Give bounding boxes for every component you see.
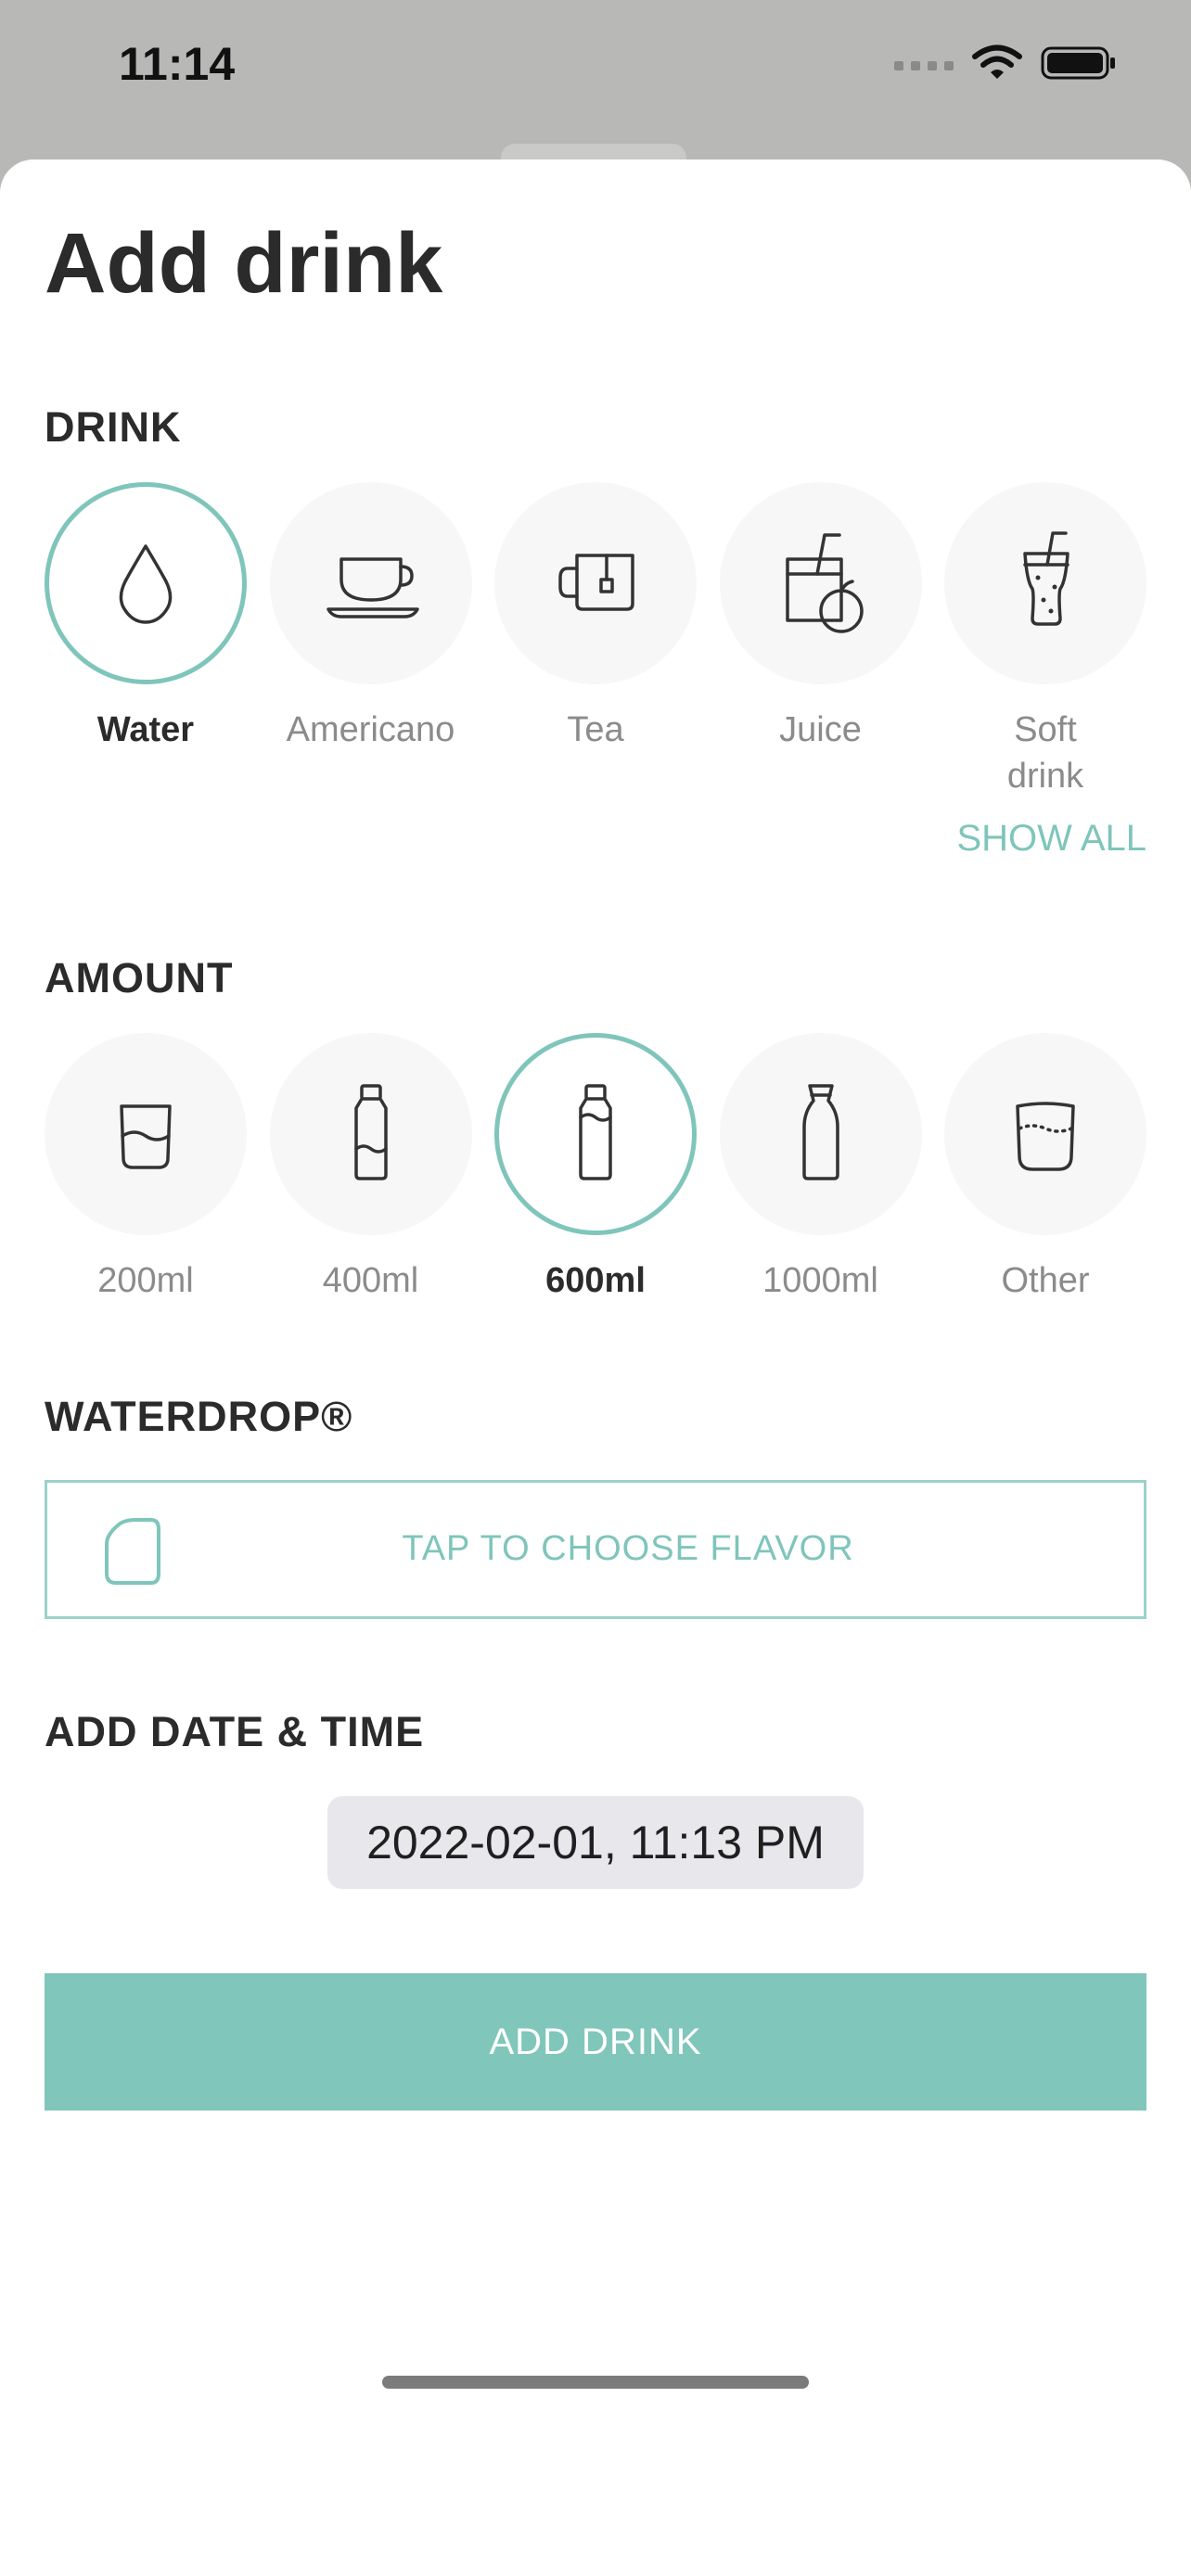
drink-option-americano[interactable]: Americano [269,482,472,799]
water-drop-icon [119,544,173,624]
coffee-cup-icon [326,557,419,618]
drink-option-circle[interactable] [944,482,1146,684]
battery-icon [1041,46,1115,80]
amount-option-1000ml[interactable]: 1000ml [719,1033,922,1304]
status-icons [894,45,1117,82]
amount-option-label: 1000ml [762,1261,878,1300]
datetime-section-label: ADD DATE & TIME [45,1708,425,1755]
drink-option-label: Tea [567,710,624,749]
carafe-icon [801,1084,839,1180]
drink-option-label: Americano [286,710,455,749]
amount-option-circle[interactable] [944,1033,1146,1235]
drink-options: Water Americano Tea Juice Soft drink [45,482,1146,799]
wifi-icon [972,45,1022,79]
status-bar: 11:14 [0,0,1191,148]
soft-drink-icon [1023,531,1069,626]
choose-flavor-button[interactable]: TAP TO CHOOSE FLAVOR [45,1480,1146,1619]
drink-option-label: Juice [779,710,862,749]
add-drink-button[interactable]: ADD DRINK [45,1973,1146,2111]
drink-option-label: Water [96,710,195,749]
bottle-icon [579,1084,612,1180]
home-indicator[interactable] [382,2376,809,2389]
page-title: Add drink [45,216,443,311]
drink-option-water[interactable]: Water [45,482,247,799]
amount-option-label: 400ml [322,1261,419,1300]
amount-option-other[interactable]: Other [944,1033,1146,1304]
amount-option-200ml[interactable]: 200ml [45,1033,247,1304]
tea-mug-icon [558,554,634,611]
add-drink-sheet: Add drink DRINK Water Americano Tea Juic… [0,159,1191,2576]
amount-option-600ml[interactable]: 600ml [494,1033,697,1304]
drink-option-tea[interactable]: Tea [494,482,697,799]
drink-option-label: Soft drink [1006,710,1084,796]
amount-option-label: 600ml [545,1261,646,1300]
amount-option-label: Other [1001,1261,1090,1300]
drink-option-circle[interactable] [45,482,247,684]
juice-glass-icon [785,533,864,633]
small-glass-icon [120,1104,172,1169]
drink-option-circle[interactable] [269,482,472,684]
amount-option-circle[interactable] [719,1033,922,1235]
status-time: 11:14 [119,38,236,90]
show-all-link[interactable]: SHOW ALL [956,818,1146,860]
amount-option-400ml[interactable]: 400ml [269,1033,472,1304]
amount-option-label: 200ml [97,1261,194,1300]
glass-other-icon [1016,1102,1075,1171]
drink-section-label: DRINK [45,403,182,451]
amount-option-circle[interactable] [45,1033,247,1235]
drink-option-soft-drink[interactable]: Soft drink [944,482,1146,799]
waterdrop-section-label: WATERDROP® [45,1393,353,1440]
amount-option-circle[interactable] [269,1033,472,1235]
amount-options: 200ml 400ml 600ml 1000ml Other [45,1033,1146,1304]
choose-flavor-label: TAP TO CHOOSE FLAVOR [402,1529,854,1568]
small-bottle-icon [353,1084,388,1180]
datetime-picker-button[interactable]: 2022-02-01, 11:13 PM [327,1796,864,1889]
drink-option-circle[interactable] [494,482,697,684]
signal-icon [894,61,954,70]
amount-option-circle[interactable] [494,1033,697,1235]
drink-option-juice[interactable]: Juice [719,482,922,799]
drink-option-circle[interactable] [719,482,922,684]
amount-section-label: AMOUNT [45,954,234,1001]
